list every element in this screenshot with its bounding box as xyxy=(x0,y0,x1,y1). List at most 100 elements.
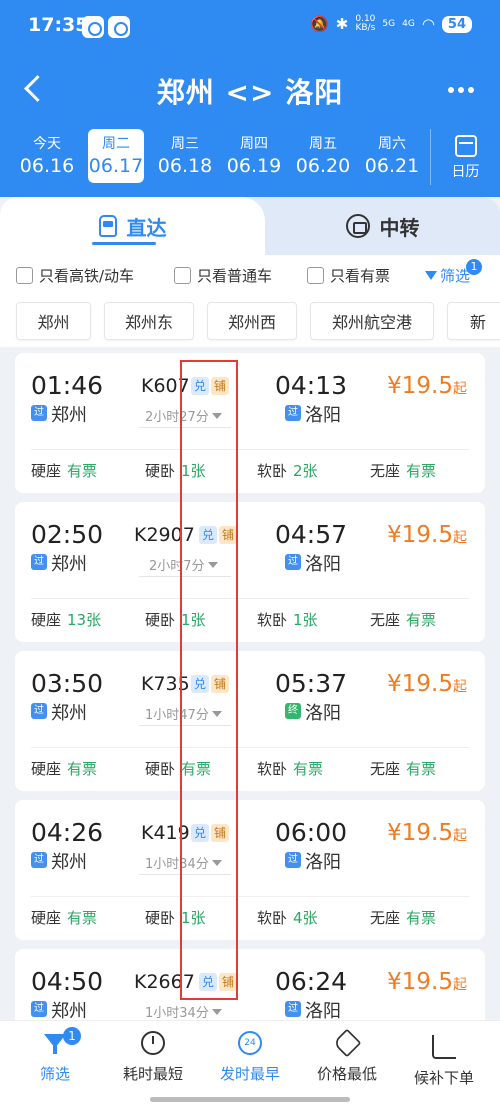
date-value: 06.19 xyxy=(226,155,282,177)
arrival-station: 洛阳 xyxy=(305,1001,341,1020)
departure-tag: 过 xyxy=(31,703,47,719)
departure-station: 郑州 xyxy=(51,554,87,575)
date-item[interactable]: 周六 06.21 xyxy=(364,129,420,183)
arrival-time: 04:57 xyxy=(275,520,348,549)
route-title: 郑州 <> 洛阳 xyxy=(156,76,344,109)
train-card[interactable]: 01:46 过 郑州 K607 兑 铺 2小时27分 04:13 过 洛阳 ¥1… xyxy=(15,353,485,493)
app-notification-icon xyxy=(108,16,130,38)
net-speed: 0.10 KB/s xyxy=(355,14,376,33)
price-value: 19.5 xyxy=(401,969,453,995)
signal-5g: 5G xyxy=(382,19,396,29)
price-value: 19.5 xyxy=(401,820,453,846)
date-weekday: 今天 xyxy=(33,136,61,152)
card-divider xyxy=(31,747,469,748)
station-chip[interactable]: 郑州航空港 xyxy=(310,302,434,340)
date-weekday: 周四 xyxy=(240,136,268,152)
price: ¥19.5起 xyxy=(387,522,467,548)
stopwatch-icon xyxy=(141,1031,165,1055)
date-weekday: 周二 xyxy=(102,136,130,152)
arrival-time: 06:24 xyxy=(275,967,348,996)
filter-normal-checkbox[interactable]: 只看普通车 xyxy=(174,265,272,286)
card-divider xyxy=(31,598,469,599)
header: 郑州 <> 洛阳 xyxy=(0,55,500,125)
arrival-tag: 过 xyxy=(285,554,301,570)
date-item-selected[interactable]: 周二 06.17 xyxy=(88,129,144,183)
home-indicator[interactable] xyxy=(150,1097,350,1102)
filter-count-badge: 1 xyxy=(63,1027,81,1045)
card-divider xyxy=(31,449,469,450)
departure-time: 04:26 xyxy=(31,818,104,847)
train-list: 01:46 过 郑州 K607 兑 铺 2小时27分 04:13 过 洛阳 ¥1… xyxy=(0,347,500,1020)
price-suffix: 起 xyxy=(453,381,467,397)
arrival-station: 洛阳 xyxy=(305,852,341,873)
seat-info: 无座 有票 xyxy=(370,758,436,779)
date-item[interactable]: 周四 06.19 xyxy=(226,129,282,183)
filter-count-badge: 1 xyxy=(466,259,483,275)
price-suffix: 起 xyxy=(453,530,467,546)
date-value: 06.18 xyxy=(157,155,213,177)
date-item[interactable]: 今天 06.16 xyxy=(19,129,75,183)
seat-info: 无座 有票 xyxy=(370,609,436,630)
filter-button[interactable]: 筛选 1 xyxy=(425,259,483,286)
price-suffix: 起 xyxy=(453,977,467,993)
duration-toggle[interactable]: 1小时34分 xyxy=(145,1002,222,1020)
train-card[interactable]: 03:50 过 郑州 K735 兑 铺 1小时47分 05:37 终 洛阳 ¥1… xyxy=(15,651,485,791)
departure-tag: 过 xyxy=(31,1001,47,1017)
station-chip[interactable]: 新 xyxy=(447,302,500,340)
date-value: 06.21 xyxy=(364,155,420,177)
station-chip[interactable]: 郑州西 xyxy=(207,302,297,340)
date-item[interactable]: 周五 06.20 xyxy=(295,129,351,183)
nav-lowest-price[interactable]: 价格最低 xyxy=(297,1027,397,1093)
battery-indicator: 54 xyxy=(441,15,472,33)
seat-info: 硬座 有票 xyxy=(31,460,97,481)
nav-label: 筛选 xyxy=(39,1065,70,1083)
arrival-station: 洛阳 xyxy=(305,703,341,724)
price-tag-icon xyxy=(332,1028,362,1058)
train-card[interactable]: 04:26 过 郑州 K419 兑 铺 1小时34分 06:00 过 洛阳 ¥1… xyxy=(15,800,485,940)
train-card[interactable]: 02:50 过 郑州 K2907 兑 铺 2小时7分 04:57 过 洛阳 ¥1… xyxy=(15,502,485,642)
seat-type: 软卧 xyxy=(257,462,288,480)
tab-transfer-label: 中转 xyxy=(379,215,420,240)
date-weekday: 周三 xyxy=(171,136,199,152)
seat-info: 软卧 1张 xyxy=(257,609,318,630)
arrival-tag: 过 xyxy=(285,405,301,421)
more-icon[interactable] xyxy=(444,73,478,103)
route-type-tabs: 直达 中转 xyxy=(0,197,500,255)
seat-type: 无座 xyxy=(370,909,401,927)
tab-direct[interactable]: 直达 xyxy=(0,197,265,255)
seat-type: 硬座 xyxy=(31,611,62,629)
nav-shortest-duration[interactable]: 耗时最短 xyxy=(103,1027,203,1093)
seat-type: 无座 xyxy=(370,760,401,778)
seat-availability: 4张 xyxy=(293,909,318,927)
departure-time: 03:50 xyxy=(31,669,104,698)
cart-icon xyxy=(432,1035,456,1059)
station-chip[interactable]: 郑州东 xyxy=(104,302,194,340)
seat-type: 软卧 xyxy=(257,909,288,927)
clock-24-icon: 24 xyxy=(238,1031,262,1055)
nav-filter[interactable]: 1 筛选 xyxy=(5,1027,105,1093)
filter-highspeed-checkbox[interactable]: 只看高铁/动车 xyxy=(16,265,134,286)
seat-type: 软卧 xyxy=(257,760,288,778)
departure-time: 04:50 xyxy=(31,967,104,996)
tab-direct-label: 直达 xyxy=(126,215,167,240)
status-icons: 🔕 ✱ 0.10 KB/s 5G 4G ◠ 54 xyxy=(310,15,472,33)
filter-available-checkbox[interactable]: 只看有票 xyxy=(307,265,390,286)
price: ¥19.5起 xyxy=(387,969,467,995)
departure-tag: 过 xyxy=(31,405,47,421)
station-chip[interactable]: 郑州 xyxy=(16,302,91,340)
price-currency: ¥ xyxy=(387,820,402,846)
date-item[interactable]: 周三 06.18 xyxy=(157,129,213,183)
nav-waitlist-order[interactable]: 候补下单 xyxy=(394,1027,494,1093)
nav-earliest-departure[interactable]: 24 发时最早 xyxy=(200,1027,300,1093)
tab-transfer[interactable]: 中转 xyxy=(265,197,500,255)
seat-availability: 有票 xyxy=(406,760,437,778)
price-currency: ¥ xyxy=(387,671,402,697)
nav-label: 耗时最短 xyxy=(122,1065,183,1083)
train-card[interactable]: 04:50 过 郑州 K2667 兑 铺 1小时34分 06:24 过 洛阳 ¥… xyxy=(15,949,485,1020)
price-currency: ¥ xyxy=(387,522,402,548)
calendar-button[interactable]: 日历 xyxy=(430,129,500,185)
price: ¥19.5起 xyxy=(387,671,467,697)
seat-info: 无座 有票 xyxy=(370,460,436,481)
seat-type: 无座 xyxy=(370,611,401,629)
arrival-station: 洛阳 xyxy=(305,405,341,426)
